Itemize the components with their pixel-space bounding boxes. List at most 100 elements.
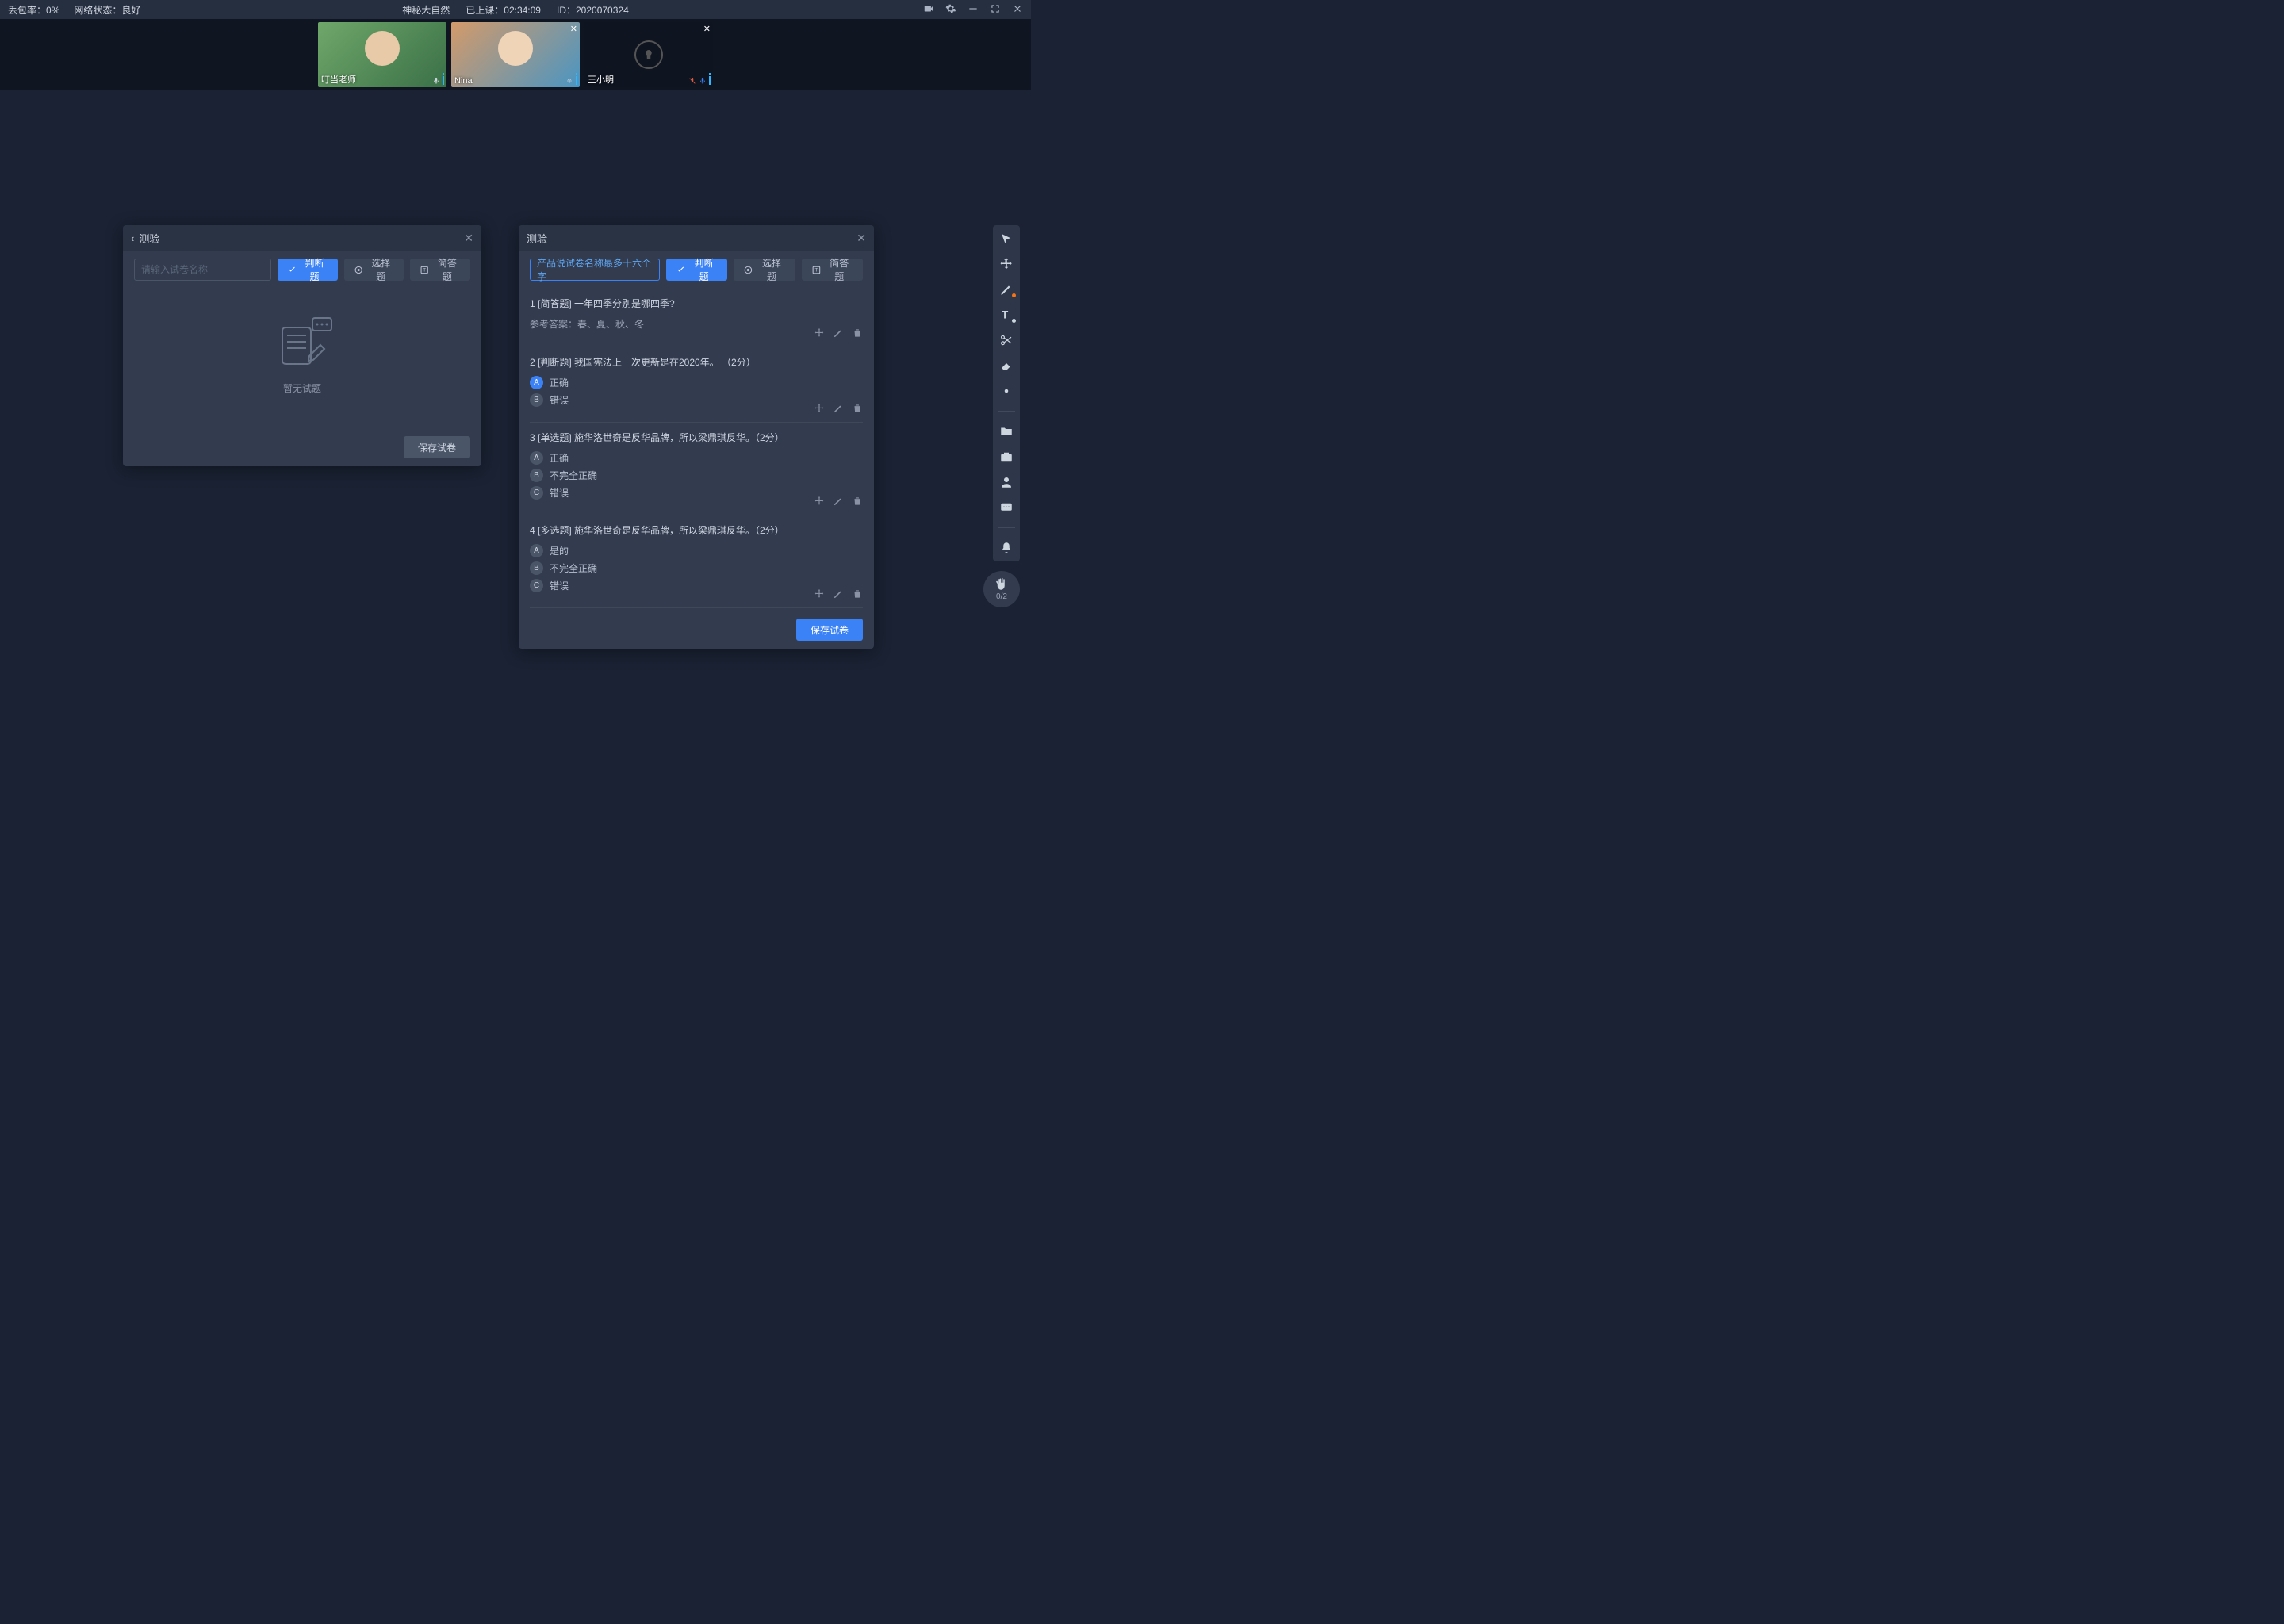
option-text: 不完全正确 (550, 469, 597, 482)
mic-icon (699, 77, 707, 85)
scissors-tool-icon[interactable] (999, 333, 1014, 347)
mic-muted-icon (688, 77, 696, 85)
option-text: 错误 (550, 393, 569, 407)
edit-icon[interactable] (833, 327, 844, 339)
save-quiz-button[interactable]: 保存试卷 (404, 436, 470, 458)
quiz-name-input[interactable] (134, 259, 271, 281)
video-tile-student[interactable]: ✕ Nina (451, 22, 580, 87)
option-letter: A (530, 376, 543, 389)
move-icon[interactable] (814, 496, 825, 507)
bell-icon[interactable] (999, 541, 1014, 555)
close-icon[interactable]: ✕ (464, 232, 473, 245)
pen-tool-icon[interactable] (999, 282, 1014, 297)
question-title: 2 [判断题] 我国宪法上一次更新是在2020年。 （2分） (530, 355, 863, 370)
question-actions (814, 327, 863, 339)
question-item: 1 [简答题] 一年四季分别是哪四季? 参考答案：春、夏、秋、冬 (530, 289, 863, 347)
short-answer-button[interactable]: T 简答题 (802, 259, 863, 281)
move-tool-icon[interactable] (999, 257, 1014, 271)
panel-title: 测验 (139, 231, 159, 246)
option-text: 正确 (550, 451, 569, 465)
question-option[interactable]: C 错误 (530, 486, 863, 500)
mic-icon (432, 77, 440, 85)
camera-off-icon (634, 40, 663, 69)
question-item: 2 [判断题] 我国宪法上一次更新是在2020年。 （2分） A 正确 B 错误 (530, 347, 863, 423)
question-title: 4 [多选题] 施华洛世奇是反华品牌，所以梁鼎琪反华。（2分） (530, 523, 863, 538)
question-option[interactable]: C 错误 (530, 579, 863, 592)
question-actions (814, 496, 863, 507)
option-letter: C (530, 579, 543, 592)
edit-icon[interactable] (833, 496, 844, 507)
video-close-icon[interactable]: ✕ (570, 24, 577, 34)
text-tool-icon[interactable]: T (999, 308, 1014, 322)
video-tile-off[interactable]: ✕ 王小明 (584, 22, 713, 87)
judge-question-button[interactable]: 判断题 (278, 259, 338, 281)
hand-raise-count: 0/2 (996, 592, 1007, 601)
delete-icon[interactable] (852, 588, 863, 599)
move-icon[interactable] (814, 403, 825, 414)
option-letter: B (530, 393, 543, 407)
packet-loss: 丢包率：0% (8, 3, 59, 17)
quiz-name-display[interactable]: 产品说试卷名称最多十六个字 (530, 259, 660, 281)
question-option[interactable]: A 正确 (530, 451, 863, 465)
svg-text:T: T (814, 267, 818, 273)
video-tile-teacher[interactable]: 叮当老师 (318, 22, 446, 87)
question-item: 3 [单选题] 施华洛世奇是反华品牌，所以梁鼎琪反华。（2分） A 正确 B 不… (530, 423, 863, 515)
mic-icon (565, 77, 573, 85)
edit-icon[interactable] (833, 588, 844, 599)
delete-icon[interactable] (852, 403, 863, 414)
question-option[interactable]: B 不完全正确 (530, 561, 863, 575)
choice-question-button[interactable]: 选择题 (734, 259, 795, 281)
option-text: 不完全正确 (550, 561, 597, 575)
camera-toggle-icon[interactable] (923, 3, 934, 17)
panel-title: 测验 (527, 231, 547, 246)
video-name: Nina (454, 76, 473, 86)
topbar: 丢包率：0% 网络状态：良好 神秘大自然 已上课：02:34:09 ID：202… (0, 0, 1031, 19)
eraser-tool-icon[interactable] (999, 358, 1014, 373)
room-title: 神秘大自然 (402, 3, 450, 17)
option-text: 正确 (550, 376, 569, 389)
folder-icon[interactable] (999, 424, 1014, 439)
choice-question-button[interactable]: 选择题 (344, 259, 404, 281)
laser-tool-icon[interactable] (999, 384, 1014, 398)
minimize-icon[interactable] (968, 3, 979, 17)
delete-icon[interactable] (852, 327, 863, 339)
video-name: 王小明 (588, 73, 614, 86)
empty-text: 暂无试题 (283, 381, 321, 395)
hand-raise-badge[interactable]: 0/2 (983, 571, 1020, 607)
question-option[interactable]: B 错误 (530, 393, 863, 407)
short-answer-button[interactable]: T 简答题 (410, 259, 470, 281)
option-letter: C (530, 486, 543, 500)
quiz-panel-empty: ‹ 测验 ✕ 判断题 选择题 T 简答题 (123, 225, 481, 466)
svg-text:T: T (1002, 309, 1009, 321)
toolbox-icon[interactable] (999, 450, 1014, 464)
question-option[interactable]: A 是的 (530, 544, 863, 557)
close-window-icon[interactable] (1012, 3, 1023, 17)
question-option[interactable]: B 不完全正确 (530, 469, 863, 482)
question-title: 1 [简答题] 一年四季分别是哪四季? (530, 297, 863, 311)
fullscreen-icon[interactable] (990, 3, 1001, 17)
chat-icon[interactable] (999, 500, 1014, 515)
option-letter: B (530, 561, 543, 575)
judge-question-button[interactable]: 判断题 (666, 259, 727, 281)
back-icon[interactable]: ‹ (131, 232, 134, 244)
toolbox: T (993, 225, 1020, 561)
user-icon[interactable] (999, 475, 1014, 489)
svg-text:T: T (423, 267, 427, 273)
edit-icon[interactable] (833, 403, 844, 414)
move-icon[interactable] (814, 588, 825, 599)
option-letter: A (530, 544, 543, 557)
settings-icon[interactable] (945, 3, 956, 17)
option-letter: B (530, 469, 543, 482)
pointer-tool-icon[interactable] (999, 232, 1014, 246)
move-icon[interactable] (814, 327, 825, 339)
question-answer: 参考答案：春、夏、秋、冬 (530, 317, 863, 331)
question-option[interactable]: A 正确 (530, 376, 863, 389)
video-close-icon[interactable]: ✕ (703, 24, 711, 34)
option-text: 是的 (550, 544, 569, 557)
quiz-panel-list: 测验 ✕ 产品说试卷名称最多十六个字 判断题 选择题 T 简答题 1 [简答题]… (519, 225, 874, 649)
close-icon[interactable]: ✕ (856, 232, 866, 245)
option-text: 错误 (550, 579, 569, 592)
save-quiz-button[interactable]: 保存试卷 (796, 619, 863, 641)
room-id: ID：2020070324 (557, 3, 629, 17)
delete-icon[interactable] (852, 496, 863, 507)
